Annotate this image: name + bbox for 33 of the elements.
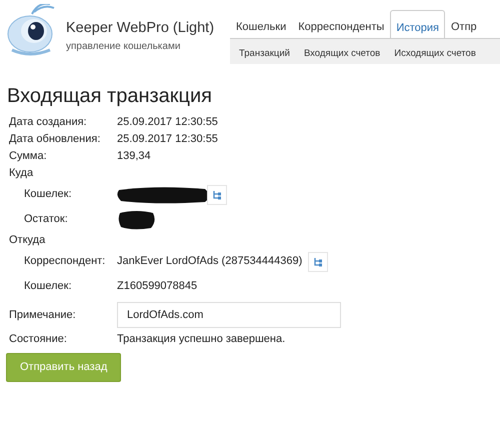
field-label: Корреспондент: [23,254,106,270]
field-label: Дата создания: [9,115,88,130]
app-title: Keeper WebPro (Light) [66,19,214,38]
field-value: 25.09.2017 12:30:55 [117,115,218,130]
field-label: Кошелек: [23,187,73,202]
note-field[interactable]: LordOfAds.com [117,302,341,328]
tree-icon [313,256,324,266]
tab[interactable]: Корреспонденты [292,10,390,38]
tab[interactable]: Кошельки [230,10,292,38]
page-heading: Входящая транзакция [7,84,213,108]
field-label: Состояние: [9,332,68,348]
subtab[interactable]: Исходящих счетов [388,39,482,64]
section-label: Куда [9,166,34,182]
section-label: Откуда [9,233,46,248]
field-label: Дата обновления: [9,132,102,148]
field-label: Кошелек: [23,279,73,294]
field-value: JankEver LordOfAds (287534444369) [117,254,302,270]
tree-button[interactable] [308,252,328,272]
subtab[interactable]: Транзакций [233,39,296,64]
subtab[interactable]: Входящих счетов [298,39,386,64]
field-value: 25.09.2017 12:30:55 [117,132,218,148]
field-label: Остаток: [23,212,69,228]
tab[interactable]: История [390,10,445,38]
field-label: Примечание: [9,308,77,323]
field-value: Z160599078845 [117,279,198,294]
field-value: 139,34 [117,149,151,164]
app-subtitle: управление кошельками [66,40,180,54]
tree-button[interactable] [207,184,227,204]
tab[interactable]: Отпр [444,10,483,38]
field-label: Сумма: [9,149,48,164]
field-value: Транзакция успешно завершена. [117,332,286,348]
tree-icon [212,190,222,200]
redaction-scribble [117,208,157,230]
